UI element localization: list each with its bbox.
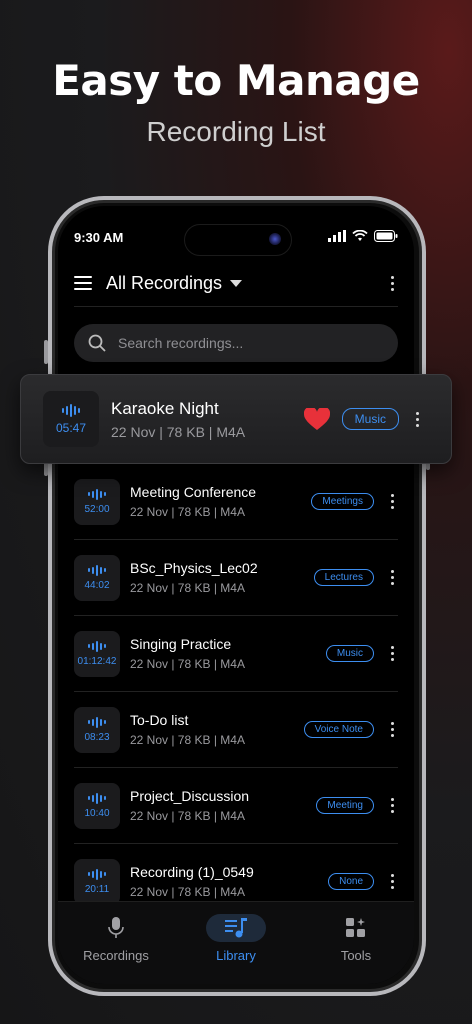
page-title[interactable]: All Recordings <box>106 273 222 294</box>
list-item[interactable]: 01:12:42 Singing Practice 22 Nov | 78 KB |… <box>74 616 398 692</box>
bottom-tab-bar: Recordings Library Tools <box>58 901 414 984</box>
menu-icon[interactable] <box>74 276 92 290</box>
recording-thumbnail: 44:02 <box>74 554 120 601</box>
recording-tag[interactable]: Music <box>341 408 399 430</box>
recording-thumbnail: 20:11 <box>74 858 120 905</box>
recording-duration: 05:47 <box>55 420 87 435</box>
more-options-icon[interactable] <box>386 798 398 813</box>
waveform-icon <box>62 403 80 417</box>
recording-meta: 22 Nov | 78 KB | M4A <box>130 505 245 519</box>
recording-meta: 22 Nov | 78 KB | M4A <box>111 423 246 440</box>
tab-label: Tools <box>340 948 372 963</box>
recording-name: BSc_Physics_Lec02 <box>130 560 258 576</box>
waveform-icon <box>88 716 106 728</box>
tab-library[interactable]: Library <box>186 914 286 963</box>
status-time: 9:30 AM <box>74 230 124 245</box>
recording-tag[interactable]: Meeting <box>316 797 374 814</box>
recording-name: Meeting Conference <box>130 484 257 500</box>
more-options-icon[interactable] <box>386 570 398 585</box>
recording-meta: 22 Nov | 78 KB | M4A <box>130 657 245 671</box>
recording-meta: 22 Nov | 78 KB | M4A <box>130 885 245 899</box>
dynamic-island <box>184 224 292 256</box>
waveform-icon <box>88 640 106 652</box>
tab-tools[interactable]: Tools <box>306 914 406 963</box>
recording-name: Recording (1)_0549 <box>130 864 254 880</box>
list-item[interactable]: 44:02 BSc_Physics_Lec02 22 Nov | 78 KB | M… <box>74 540 398 616</box>
more-options-icon[interactable] <box>386 494 398 509</box>
recording-meta: 22 Nov | 78 KB | M4A <box>130 809 245 823</box>
recording-thumbnail: 52:00 <box>74 478 120 525</box>
tab-label: Recordings <box>83 948 149 963</box>
more-options-icon[interactable] <box>411 411 423 427</box>
list-item[interactable]: 52:00 Meeting Conference 22 Nov | 78 KB | … <box>74 464 398 540</box>
battery-icon <box>374 230 398 242</box>
recording-duration: 52:00 <box>84 503 110 515</box>
tab-label: Library <box>216 948 256 963</box>
app-bar: All Recordings <box>74 268 398 298</box>
recording-thumbnail: 01:12:42 <box>74 630 120 677</box>
recording-thumbnail: 08:23 <box>74 706 120 753</box>
recording-name: Project_Discussion <box>130 788 250 804</box>
waveform-icon <box>88 488 106 500</box>
recording-thumbnail: 10:40 <box>74 782 120 829</box>
recording-tag[interactable]: Music <box>325 645 374 662</box>
list-item[interactable]: 08:23 To-Do list 22 Nov | 78 KB | M4A Voice… <box>74 692 398 768</box>
recording-duration: 44:02 <box>84 579 110 591</box>
promo-subheadline: Recording List <box>146 116 326 147</box>
tools-grid-icon <box>346 918 365 937</box>
signal-icon <box>328 230 346 242</box>
recording-duration: 08:23 <box>84 731 110 743</box>
recording-name: Singing Practice <box>130 636 232 652</box>
list-item[interactable]: 10:40 Project_Discussion 22 Nov | 78 KB | … <box>74 768 398 844</box>
music-library-icon <box>225 918 247 938</box>
heart-icon[interactable] <box>303 407 330 431</box>
mic-icon <box>108 917 124 938</box>
camera-icon <box>269 233 281 245</box>
recording-tag[interactable]: Lectures <box>313 569 374 586</box>
recording-name: To-Do list <box>130 712 189 728</box>
recording-duration: 01:12:42 <box>77 655 117 667</box>
waveform-icon <box>88 792 106 804</box>
recording-meta: 22 Nov | 78 KB | M4A <box>130 733 245 747</box>
recording-tag[interactable]: Meetings <box>311 493 374 510</box>
recording-thumbnail: 05:47 <box>43 391 99 447</box>
more-options-icon[interactable] <box>386 874 398 889</box>
divider <box>74 306 398 307</box>
recording-tag[interactable]: Voice Note <box>303 721 374 738</box>
more-options-icon[interactable] <box>386 275 398 291</box>
tab-recordings[interactable]: Recordings <box>66 914 166 963</box>
recording-meta: 22 Nov | 78 KB | M4A <box>130 581 245 595</box>
highlighted-recording[interactable]: 05:47 Karaoke Night 22 Nov | 78 KB | M4A… <box>20 374 452 464</box>
recording-tag[interactable]: None <box>328 873 374 890</box>
phone-screen: 9:30 AM All Recordings 52:00 Meeting Conf… <box>58 206 414 984</box>
search-bar[interactable] <box>74 324 398 362</box>
recording-name: Karaoke Night <box>111 398 219 418</box>
promo-headline: Easy to Manage <box>52 56 420 105</box>
more-options-icon[interactable] <box>386 646 398 661</box>
chevron-down-icon[interactable] <box>230 279 243 287</box>
wifi-icon <box>352 230 368 241</box>
search-icon <box>88 334 106 352</box>
search-input[interactable] <box>116 334 360 352</box>
recording-duration: 10:40 <box>84 807 110 819</box>
recording-duration: 20:11 <box>84 883 110 895</box>
phone-side-button <box>44 340 48 364</box>
waveform-icon <box>88 564 106 576</box>
more-options-icon[interactable] <box>386 722 398 737</box>
waveform-icon <box>88 868 106 880</box>
